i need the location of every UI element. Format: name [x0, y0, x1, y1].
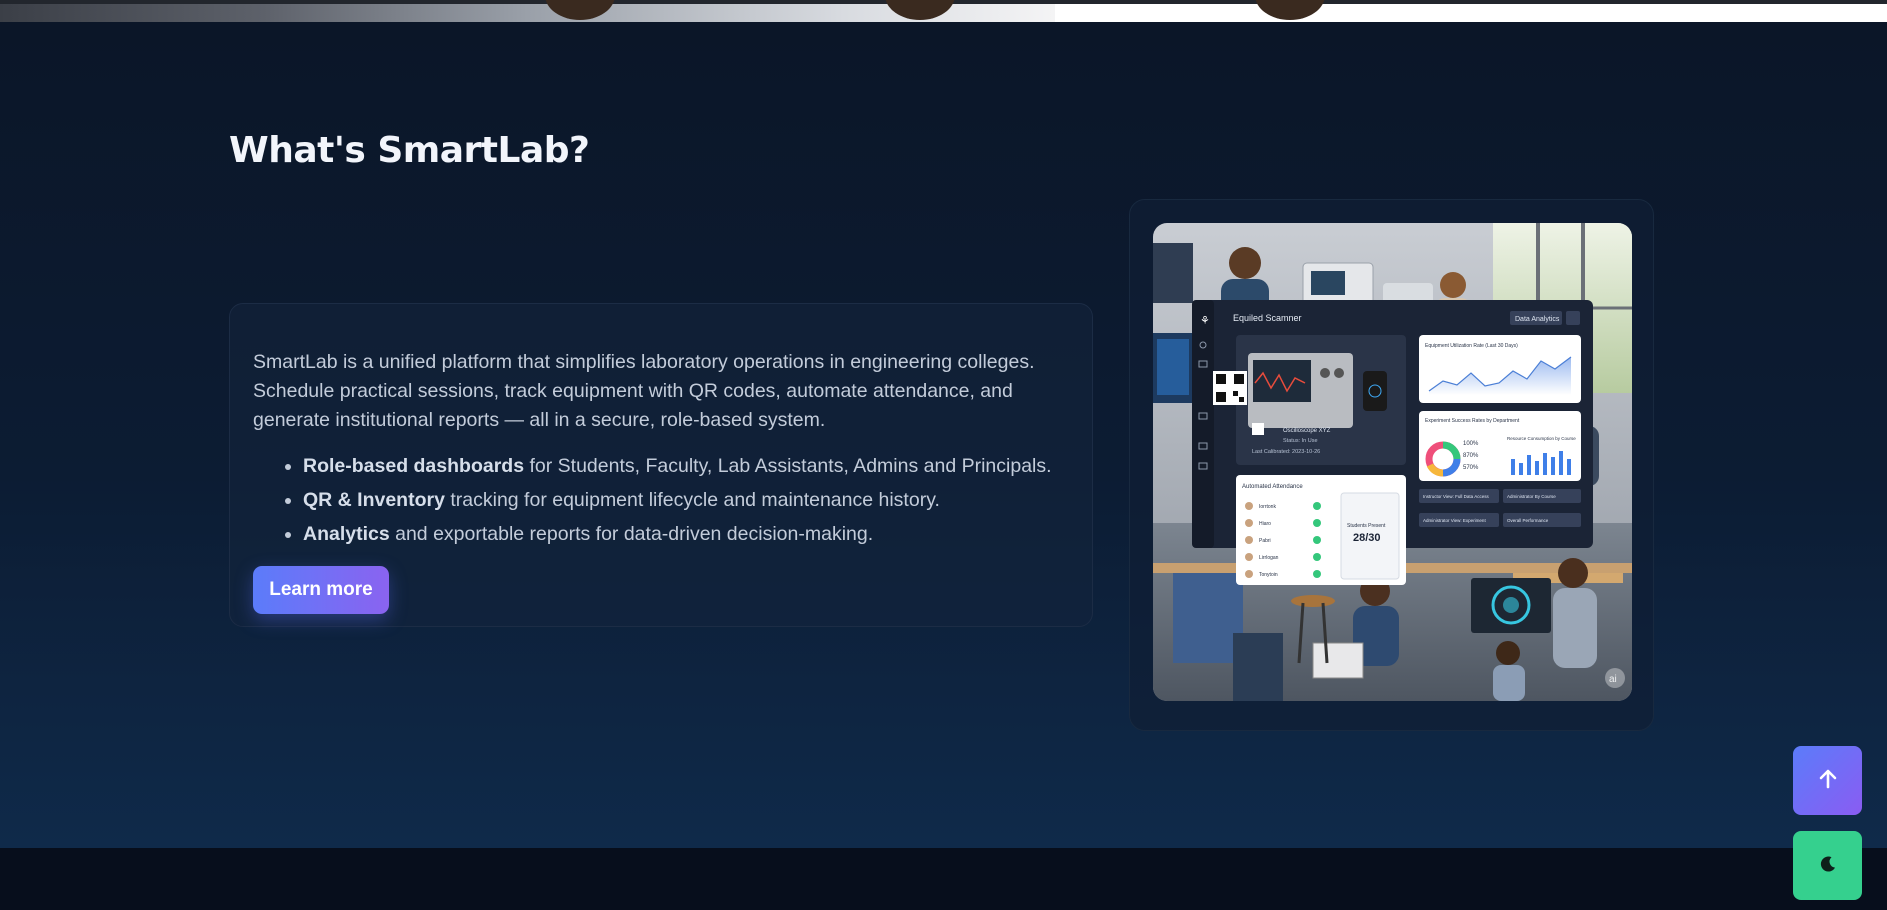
- illustration-action-button: Instructor View: Full Data Access: [1423, 494, 1489, 499]
- illustration-equipment-status: Status: In Use: [1283, 438, 1318, 444]
- illustration-card: ⚘ Equiled Scamner Data Analytics Oscillo…: [1129, 199, 1654, 731]
- feature-bold: QR & Inventory: [303, 489, 445, 511]
- footer-strip: [0, 848, 1887, 910]
- illustration-app-name: Equiled Scamner: [1233, 313, 1302, 323]
- illustration-action-button: Administrator By Course: [1507, 494, 1556, 499]
- illustration-equipment-name: Oscilloscope XYZ: [1283, 428, 1331, 434]
- svg-text:⚘: ⚘: [1200, 315, 1210, 327]
- illustration-donut-value: 570%: [1463, 465, 1479, 471]
- illustration-chart3-title: Resource Consumption by Course: [1507, 436, 1576, 441]
- illustration-chart1-title: Equipment Utilization Rate (Last 30 Days…: [1425, 343, 1518, 349]
- feature-bold: Analytics: [303, 523, 390, 545]
- learn-more-button[interactable]: Learn more: [253, 566, 389, 614]
- illustration-watermark: ai: [1609, 674, 1617, 685]
- illustration-attendance-name: Tonytoin: [1259, 572, 1278, 578]
- feature-bold: Role-based dashboards: [303, 455, 525, 477]
- illustration-attendance-name: Hiaro: [1259, 521, 1271, 527]
- about-text-card: SmartLab is a unified platform that simp…: [229, 303, 1093, 627]
- illustration-action-button: Overall Performance: [1507, 518, 1549, 523]
- theme-toggle-button[interactable]: [1793, 831, 1862, 900]
- illustration-attendance-name: Lirrlogan: [1259, 555, 1279, 561]
- illustration-attendance-title: Automated Attendance: [1242, 484, 1303, 490]
- feature-text: and exportable reports for data-driven d…: [389, 523, 874, 545]
- illustration-chart2-title: Experiment Success Rates by Department: [1425, 418, 1520, 424]
- illustration-students-present-value: 28/30: [1353, 532, 1381, 544]
- scroll-to-top-button[interactable]: [1793, 746, 1862, 815]
- illustration-header-button: Data Analytics: [1515, 316, 1560, 323]
- illustration-donut-value: 870%: [1463, 453, 1479, 459]
- illustration-students-present-label: Students Present: [1347, 523, 1386, 529]
- section-title: What's SmartLab?: [229, 130, 590, 171]
- illustration-action-button: Administrator View: Experiment: [1423, 518, 1486, 523]
- lab-illustration: ⚘ Equiled Scamner Data Analytics Oscillo…: [1153, 223, 1632, 701]
- feature-list: Role-based dashboards for Students, Facu…: [253, 449, 1070, 551]
- feature-item: Role-based dashboards for Students, Facu…: [303, 449, 1070, 483]
- illustration-equipment-calibrated: Last Calibrated: 2023-10-26: [1252, 449, 1320, 455]
- arrow-up-icon: [1819, 769, 1837, 792]
- feature-text: for Students, Faculty, Lab Assistants, A…: [524, 455, 1052, 477]
- moon-icon: [1819, 855, 1837, 876]
- about-description: SmartLab is a unified platform that simp…: [253, 351, 1035, 431]
- previous-section-image-strip: [0, 0, 1887, 22]
- feature-item: Analytics and exportable reports for dat…: [303, 517, 1070, 551]
- illustration-attendance-name: Pabri: [1259, 538, 1271, 544]
- feature-item: QR & Inventory tracking for equipment li…: [303, 483, 1070, 517]
- illustration-donut-value: 100%: [1463, 441, 1479, 447]
- illustration-attendance-name: Iorrtonk: [1259, 504, 1276, 510]
- feature-text: tracking for equipment lifecycle and mai…: [444, 489, 940, 511]
